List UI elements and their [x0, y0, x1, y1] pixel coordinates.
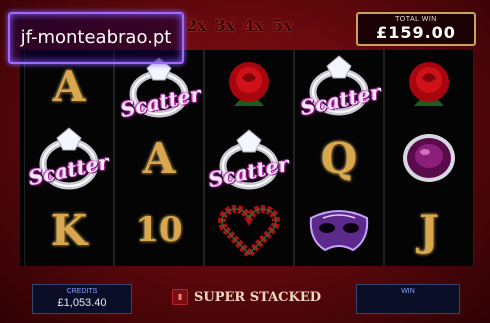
symbol-j: J: [385, 194, 473, 266]
super-stacked-text: SUPER STACKED: [194, 289, 322, 305]
symbol-a: A: [115, 122, 203, 194]
symbol-k: K: [25, 194, 113, 266]
super-stacked-icon: ▮: [172, 289, 188, 305]
symbol-rose: [205, 50, 293, 122]
super-stacked-banner: ▮ SUPER STACKED: [172, 288, 321, 306]
symbol-letter: Q: [320, 133, 358, 183]
symbol-letter: A: [52, 61, 86, 111]
credits-panel: CREDITS £1,053.40: [32, 284, 132, 314]
multiplier-4x: 4x: [243, 16, 265, 35]
total-win-value: £159.00: [376, 23, 456, 42]
total-win-panel: TOTAL WIN £159.00: [356, 12, 476, 46]
reel-5: J: [384, 50, 474, 266]
rose-icon: [229, 62, 269, 106]
multiplier-5x: 5x: [272, 16, 293, 35]
symbol-letter: 10: [135, 210, 183, 250]
symbol-masquerade-mask: [295, 194, 383, 266]
symbol-letter: A: [142, 133, 176, 183]
reel-area[interactable]: A K A 10 Q J Scatter Scatter Scatter Sca…: [20, 50, 474, 266]
win-label: WIN: [401, 288, 415, 295]
symbol-gemstone-ring: [385, 122, 473, 194]
masquerade-mask-icon: [309, 210, 369, 252]
symbol-letter: K: [50, 205, 88, 255]
credits-label: CREDITS: [66, 288, 98, 295]
watermark-banner: jf-monteabrao.pt: [8, 12, 184, 64]
multiplier-strip: 2x 3x 4x 5x: [186, 16, 293, 40]
gemstone-ring-icon: [403, 134, 455, 182]
symbol-heart-wreath: [205, 194, 293, 266]
multiplier-2x: 2x: [186, 16, 207, 35]
credits-value: £1,053.40: [57, 297, 107, 309]
symbol-q: Q: [295, 122, 383, 194]
heart-wreath-icon: [218, 205, 280, 260]
total-win-label: TOTAL WIN: [395, 16, 437, 23]
win-panel: WIN: [356, 284, 460, 314]
symbol-10: 10: [115, 194, 203, 266]
multiplier-3x: 3x: [214, 16, 236, 35]
symbol-rose: [385, 50, 473, 122]
symbol-letter: J: [419, 205, 439, 255]
rose-icon: [409, 62, 449, 106]
